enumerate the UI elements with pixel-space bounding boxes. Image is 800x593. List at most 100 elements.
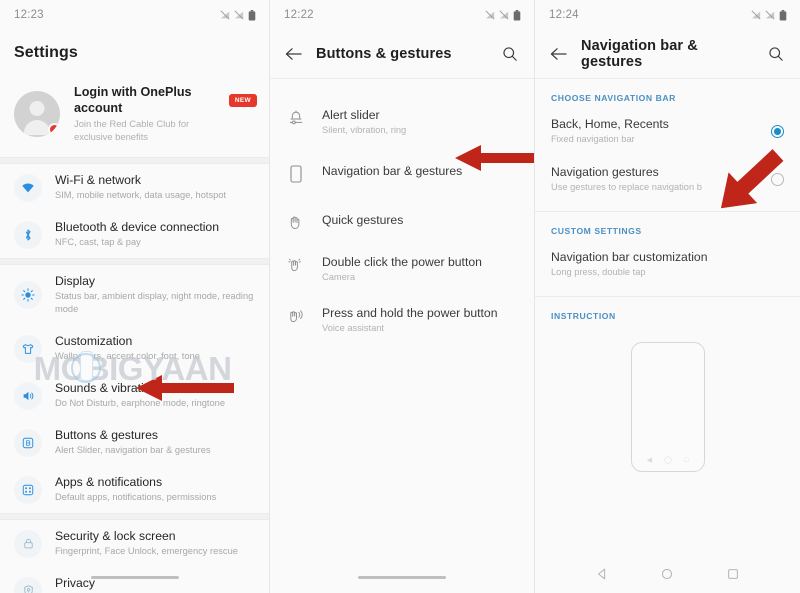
- back-icon[interactable]: [595, 567, 609, 581]
- list-item-sublabel: Long press, double tap: [551, 267, 646, 277]
- battery-icon: [248, 9, 256, 21]
- sidebar-item-sublabel: Fingerprint, Face Unlock, emergency resc…: [55, 546, 238, 556]
- signal-off-icon: [751, 10, 761, 20]
- list-item-label: Double click the power button: [322, 255, 482, 269]
- list-item-navbar-customization[interactable]: Navigation bar customization Long press,…: [535, 243, 800, 288]
- tshirt-icon: [14, 334, 42, 363]
- preview-recents-icon: □: [684, 457, 689, 464]
- panel-settings: 12:23 Settings Login with OnePlus accoun…: [0, 0, 270, 593]
- status-bar: 12:24: [535, 0, 800, 30]
- radio-option-navigation-gestures[interactable]: Navigation gestures Use gestures to repl…: [535, 155, 800, 203]
- page-title: Buttons & gestures: [316, 46, 452, 62]
- sidebar-item-label: Sounds & vibration: [55, 381, 158, 395]
- sidebar-item-label: Wi-Fi & network: [55, 173, 141, 187]
- screenshot-root: 12:23 Settings Login with OnePlus accoun…: [0, 0, 800, 593]
- navbar-phone-icon: [286, 164, 306, 183]
- settings-group-network: Wi-Fi & network SIM, mobile network, dat…: [0, 164, 269, 258]
- home-icon[interactable]: [660, 567, 674, 581]
- sidebar-item-label: Security & lock screen: [55, 529, 176, 543]
- section-header-instruction: INSTRUCTION: [551, 311, 616, 321]
- search-icon[interactable]: [500, 44, 520, 64]
- account-row[interactable]: Login with OnePlus account Join the Red …: [0, 74, 269, 157]
- shield-icon: [14, 576, 42, 593]
- option-sublabel: Use gestures to replace navigation b: [551, 182, 702, 192]
- radio-option-back-home-recents[interactable]: Back, Home, Recents Fixed navigation bar: [535, 110, 800, 155]
- back-arrow-icon[interactable]: [548, 44, 568, 64]
- list-item-label: Navigation bar customization: [551, 250, 708, 264]
- signal-off-2-icon: [765, 10, 775, 20]
- list-item-sublabel: Silent, vibration, ring: [322, 125, 407, 135]
- sidebar-item-bluetooth[interactable]: Bluetooth & device connection NFC, cast,…: [0, 211, 269, 258]
- section-header-choose-navigation-bar: CHOOSE NAVIGATION BAR: [551, 93, 676, 103]
- list-item-label: Press and hold the power button: [322, 306, 498, 320]
- page-title: Settings: [14, 44, 78, 61]
- sidebar-item-apps[interactable]: Apps & notifications Default apps, notif…: [0, 466, 269, 513]
- sidebar-item-display[interactable]: Display Status bar, ambient display, nig…: [0, 265, 269, 325]
- status-icons: [220, 9, 256, 21]
- status-bar: 12:22: [270, 0, 534, 30]
- sidebar-item-customization[interactable]: Customization Wallpapers, accent color, …: [0, 325, 269, 372]
- radio-button-unselected[interactable]: [771, 173, 784, 186]
- list-item-label: Navigation bar & gestures: [322, 164, 463, 178]
- sidebar-item-sublabel: Wallpapers, accent color, font, tone: [55, 351, 200, 361]
- bluetooth-icon: [14, 220, 42, 249]
- display-icon: [14, 281, 42, 309]
- list-item-double-click-power[interactable]: Double click the power button Camera: [270, 244, 534, 295]
- sidebar-item-label: Buttons & gestures: [55, 428, 158, 442]
- status-clock: 12:24: [549, 9, 579, 21]
- sidebar-item-sounds[interactable]: Sounds & vibration Do Not Disturb, earph…: [0, 372, 269, 419]
- sidebar-item-privacy[interactable]: Privacy Permissions, personal data: [0, 567, 269, 593]
- status-clock: 12:23: [14, 9, 44, 21]
- list-item-sublabel: Voice assistant: [322, 323, 385, 333]
- sidebar-item-label: Bluetooth & device connection: [55, 220, 219, 234]
- list-item-label: Alert slider: [322, 108, 380, 122]
- status-icons: [485, 9, 521, 21]
- list-item-quick-gestures[interactable]: Quick gestures: [270, 199, 534, 244]
- preview-home-icon: ◯: [664, 457, 672, 464]
- sidebar-item-wifi[interactable]: Wi-Fi & network SIM, mobile network, dat…: [0, 164, 269, 211]
- account-title: Login with OnePlus account: [74, 85, 192, 115]
- page-title: Navigation bar & gestures: [581, 38, 698, 70]
- sound-icon: [14, 381, 42, 410]
- instruction-illustration: ◀ ◯ □: [535, 328, 800, 472]
- signal-off-icon: [220, 10, 230, 20]
- status-clock: 12:22: [284, 9, 314, 21]
- quick-gestures-hand-icon: [286, 213, 306, 230]
- account-subtitle: Join the Red Cable Club for exclusive be…: [74, 118, 190, 142]
- option-sublabel: Fixed navigation bar: [551, 134, 635, 144]
- status-bar: 12:23: [0, 0, 269, 30]
- sidebar-item-sublabel: Default apps, notifications, permissions: [55, 492, 217, 502]
- settings-group-privacy: Security & lock screen Fingerprint, Face…: [0, 520, 269, 593]
- list-item-press-hold-power[interactable]: Press and hold the power button Voice as…: [270, 295, 534, 346]
- system-navigation-bar: [535, 555, 800, 593]
- section-header-custom-settings: CUSTOM SETTINGS: [551, 226, 642, 236]
- sidebar-item-sublabel: Alert Slider, navigation bar & gestures: [55, 445, 211, 455]
- settings-group-device: Display Status bar, ambient display, nig…: [0, 265, 269, 513]
- alert-slider-icon: [286, 108, 306, 126]
- divider: [0, 157, 269, 164]
- buttons-icon: [14, 428, 42, 457]
- sidebar-item-label: Apps & notifications: [55, 475, 163, 489]
- sidebar-item-sublabel: NFC, cast, tap & pay: [55, 237, 141, 247]
- sidebar-item-buttons-gestures[interactable]: Buttons & gestures Alert Slider, navigat…: [0, 419, 269, 466]
- sidebar-item-label: Customization: [55, 334, 133, 348]
- list-item-alert-slider[interactable]: Alert slider Silent, vibration, ring: [270, 97, 534, 148]
- lock-icon: [14, 529, 42, 558]
- signal-off-2-icon: [234, 10, 244, 20]
- divider: [0, 513, 269, 520]
- recents-icon[interactable]: [726, 567, 740, 581]
- gesture-home-bar[interactable]: [90, 576, 179, 579]
- sidebar-item-security[interactable]: Security & lock screen Fingerprint, Face…: [0, 520, 269, 567]
- preview-back-icon: ◀: [646, 457, 653, 464]
- sidebar-item-label: Display: [55, 274, 95, 288]
- back-arrow-icon[interactable]: [283, 44, 303, 64]
- radio-button-selected[interactable]: [771, 125, 784, 138]
- sidebar-item-sublabel: Status bar, ambient display, night mode,…: [55, 291, 254, 314]
- panel-navigation-bar-gestures: 12:24 Navigation bar & gestures CHOOSE N…: [535, 0, 800, 593]
- gesture-home-bar[interactable]: [358, 576, 446, 579]
- search-icon[interactable]: [766, 44, 786, 64]
- signal-off-icon: [485, 10, 495, 20]
- wifi-icon: [14, 173, 42, 202]
- new-badge: NEW: [228, 94, 257, 107]
- list-item-navigation-bar-gestures[interactable]: Navigation bar & gestures: [270, 148, 534, 199]
